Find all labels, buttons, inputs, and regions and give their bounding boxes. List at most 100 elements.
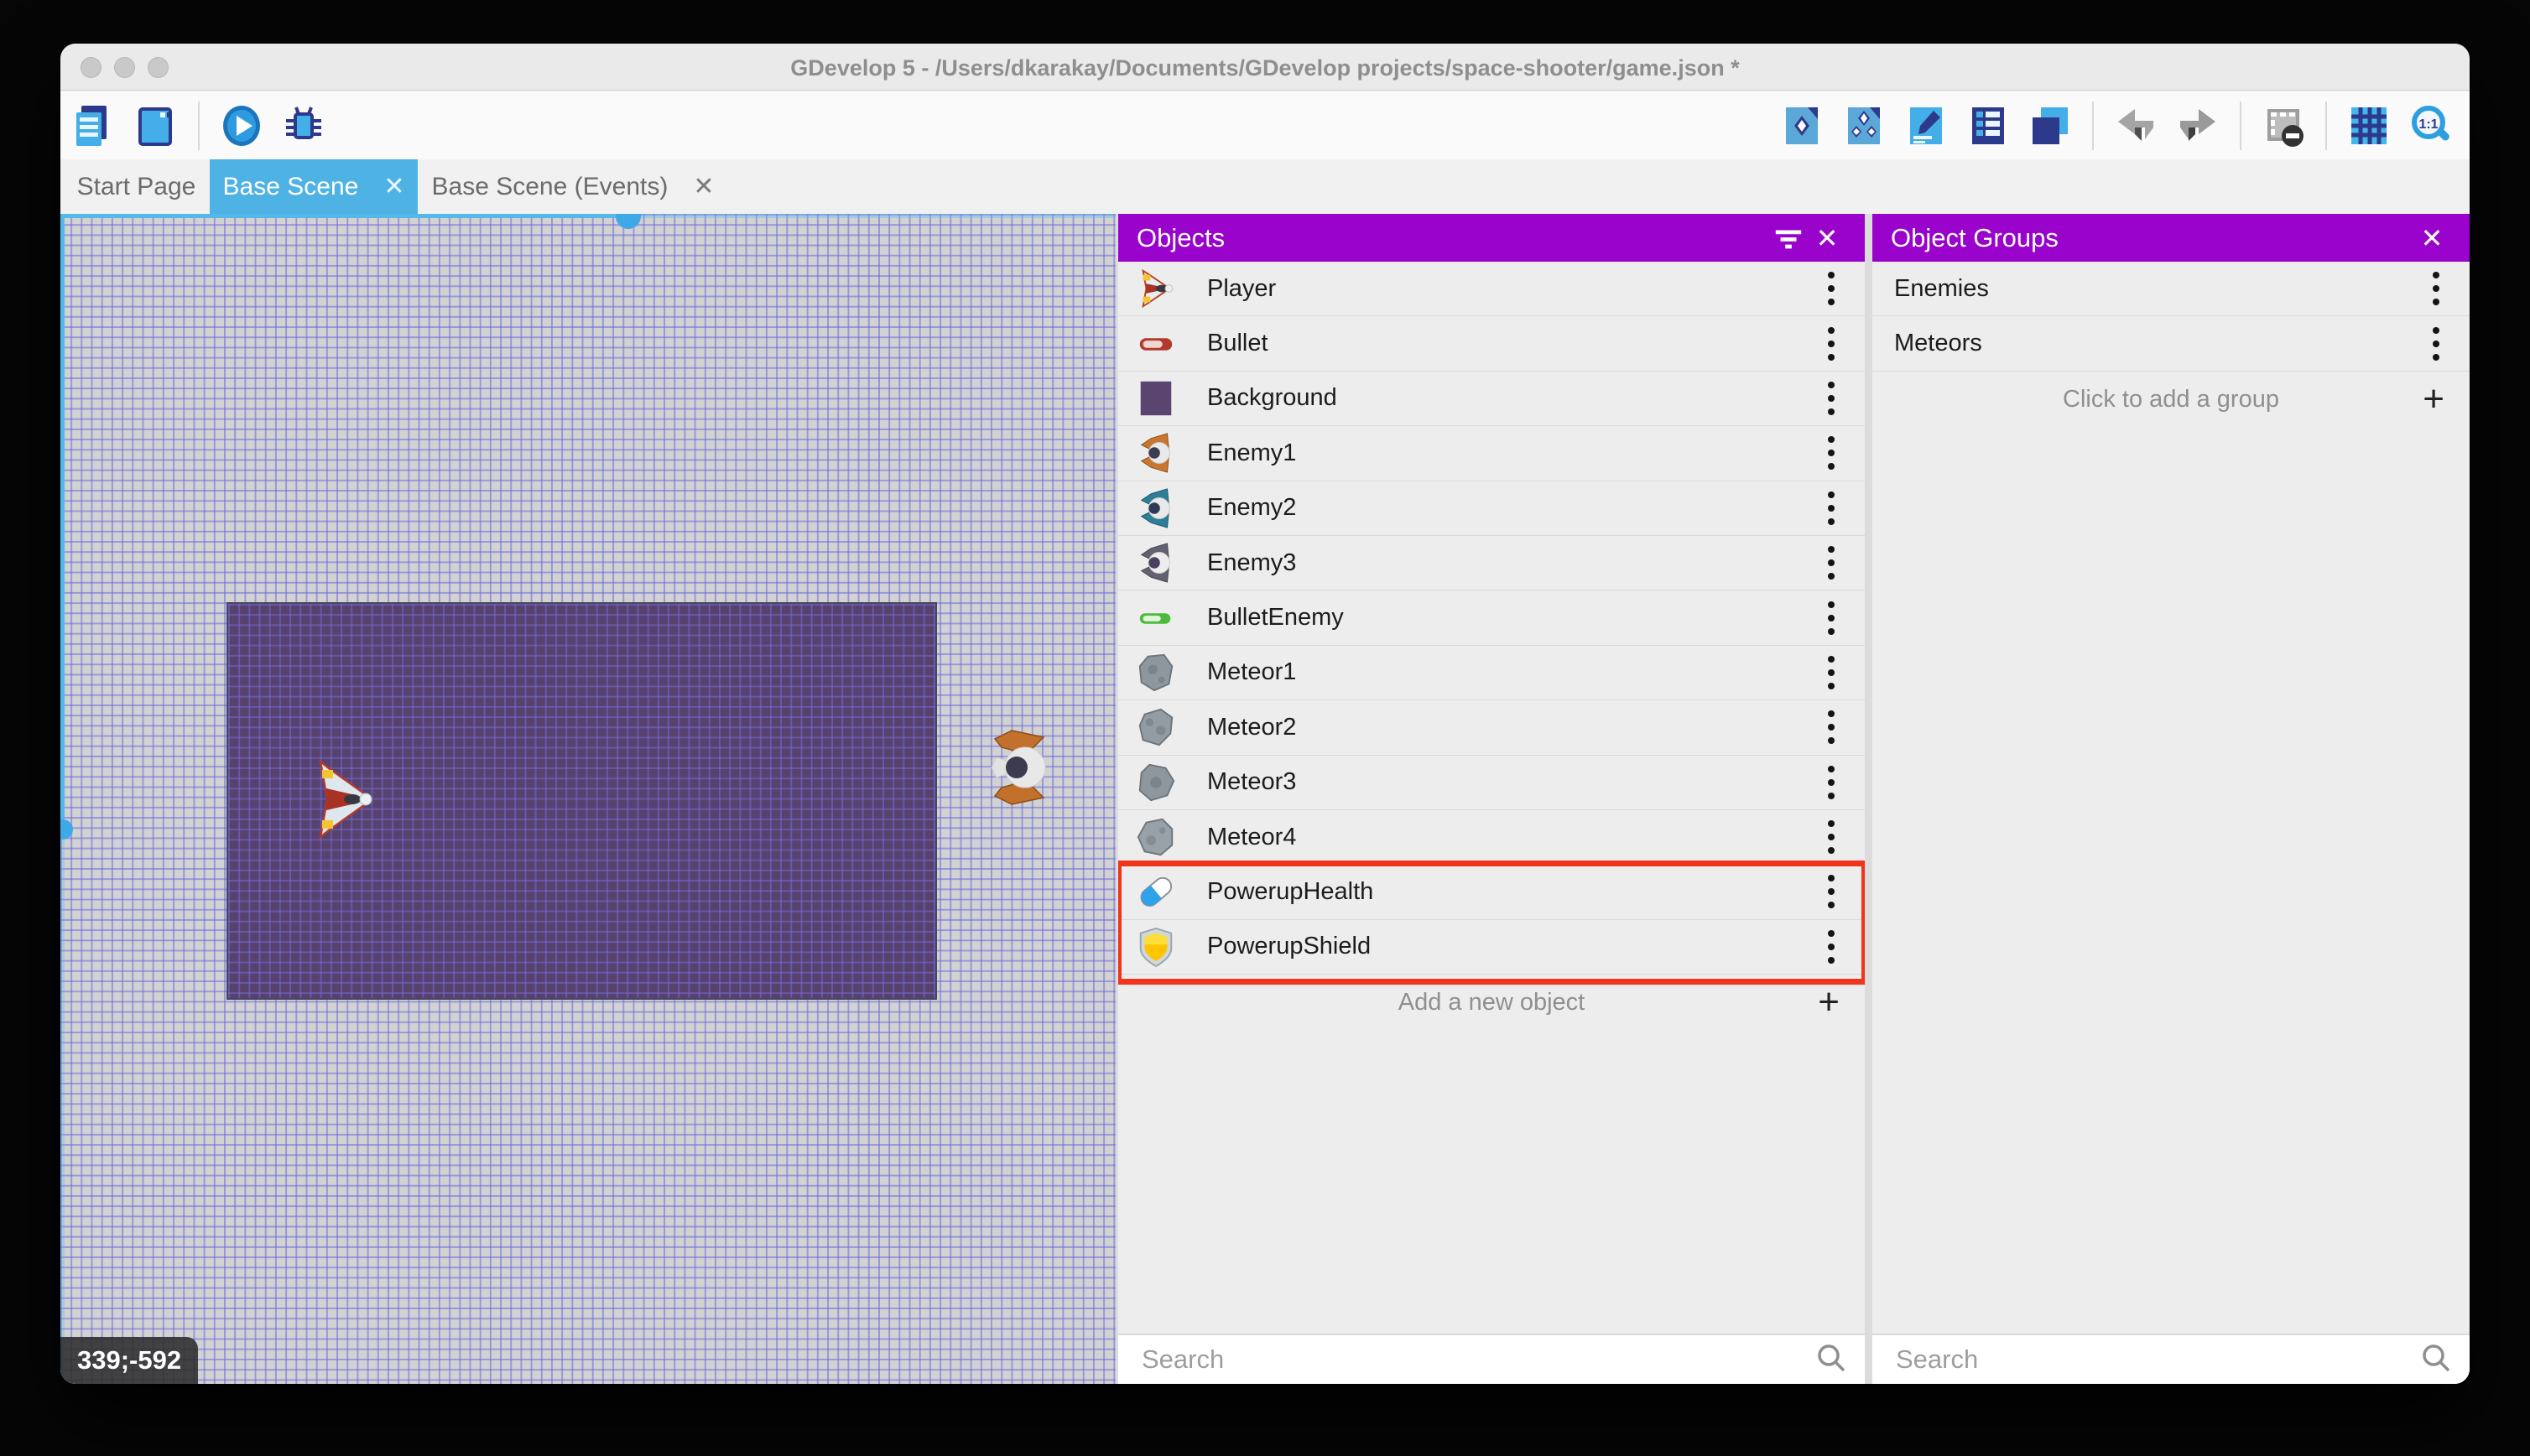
add-group-button[interactable]: Click to add a group +: [1872, 372, 2470, 427]
instances-list-icon[interactable]: [1963, 100, 2013, 152]
enemy2-icon: [1135, 487, 1177, 529]
object-name: Bullet: [1207, 330, 1268, 357]
object-row[interactable]: Enemy3: [1118, 535, 1865, 591]
objects-list: Player Bullet Background Enemy1 Enemy2 E…: [1118, 262, 1865, 975]
editor-tabbar: Start Page Base Scene ✕ Base Scene (Even…: [60, 159, 2470, 214]
scene-border-left-line: [60, 214, 65, 829]
add-object-button[interactable]: Add a new object +: [1118, 975, 1865, 1030]
object-row[interactable]: PowerupShield: [1118, 919, 1865, 975]
object-row[interactable]: Player: [1118, 262, 1865, 317]
title-bar: GDevelop 5 - /Users/dkarakay/Documents/G…: [60, 44, 2470, 91]
search-icon[interactable]: [2419, 1341, 2453, 1379]
group-row[interactable]: Meteors: [1872, 316, 2470, 372]
kebab-menu-icon[interactable]: [1823, 870, 1840, 913]
preview-window-icon[interactable]: [131, 100, 181, 152]
zoom-ratio-icon[interactable]: 1:1: [2406, 100, 2456, 152]
undo-icon[interactable]: [2111, 100, 2161, 152]
object-row[interactable]: Background: [1118, 371, 1865, 427]
tab-label: Start Page: [76, 172, 196, 200]
object-groups-panel: Object Groups ✕ Enemies Meteors Click to…: [1872, 214, 2470, 1384]
groups-search-input[interactable]: [1894, 1344, 2419, 1375]
tab-label: Base Scene (Events): [431, 172, 669, 200]
objects-list-icon[interactable]: [1839, 100, 1889, 152]
objects-search-bar: [1118, 1334, 1865, 1384]
powerup-shield-icon: [1135, 926, 1177, 968]
object-name: Player: [1207, 274, 1277, 302]
enemy-ship-sprite[interactable]: [983, 729, 1050, 806]
search-icon[interactable]: [1814, 1341, 1848, 1379]
objects-search-input[interactable]: [1140, 1344, 1814, 1375]
object-name: PowerupHealth: [1207, 877, 1374, 905]
layers-icon[interactable]: [2025, 100, 2075, 152]
svg-text:1:1: 1:1: [2418, 117, 2438, 132]
close-panel-icon[interactable]: ✕: [2413, 219, 2451, 257]
meteor1-icon: [1135, 652, 1177, 694]
object-row[interactable]: PowerupHealth: [1118, 865, 1865, 920]
tab-start-page[interactable]: Start Page: [67, 159, 206, 214]
kebab-menu-icon[interactable]: [1823, 541, 1840, 585]
kebab-menu-icon[interactable]: [1823, 651, 1840, 694]
group-row[interactable]: Enemies: [1872, 262, 2470, 317]
grid-toggle-icon[interactable]: [2344, 100, 2394, 152]
cursor-coordinates: 339;-592: [60, 1337, 199, 1384]
mask-toggle-icon[interactable]: [2258, 100, 2309, 152]
toolbar-right-group: 1:1: [1777, 100, 2470, 152]
player-ship-sprite[interactable]: [315, 758, 374, 840]
kebab-menu-icon[interactable]: [1823, 596, 1840, 640]
debugger-icon[interactable]: [279, 100, 329, 152]
kebab-menu-icon[interactable]: [1823, 925, 1840, 969]
object-row[interactable]: Meteor2: [1118, 700, 1865, 756]
tab-base-scene-events[interactable]: Base Scene (Events) ✕: [421, 159, 725, 214]
groups-search-bar: [1872, 1334, 2470, 1384]
toolbar-separator: [198, 101, 200, 150]
kebab-menu-icon[interactable]: [1823, 431, 1840, 475]
toolbar-separator: [2325, 101, 2327, 150]
redo-icon[interactable]: [2173, 100, 2223, 152]
object-row[interactable]: Meteor4: [1118, 809, 1865, 866]
close-panel-icon[interactable]: ✕: [1808, 219, 1846, 257]
play-preview-icon[interactable]: [216, 100, 267, 152]
player-icon: [1135, 268, 1177, 309]
groups-panel-title: Object Groups: [1891, 222, 2059, 252]
kebab-menu-icon[interactable]: [1823, 761, 1840, 804]
scene-canvas[interactable]: 339;-592: [60, 214, 1116, 1384]
kebab-menu-icon[interactable]: [1823, 377, 1840, 420]
close-tab-icon[interactable]: ✕: [693, 174, 714, 200]
bulletenemy-icon: [1135, 597, 1177, 639]
kebab-menu-icon[interactable]: [1823, 322, 1840, 366]
kebab-menu-icon[interactable]: [2428, 322, 2444, 366]
scene-origin-marker-top[interactable]: [616, 214, 641, 229]
bullet-icon: [1135, 323, 1177, 365]
plus-icon: +: [1818, 981, 1840, 1022]
close-tab-icon[interactable]: ✕: [383, 174, 404, 200]
tab-base-scene[interactable]: Base Scene ✕: [210, 159, 418, 214]
object-row[interactable]: Bullet: [1118, 316, 1865, 372]
object-row[interactable]: Meteor3: [1118, 755, 1865, 810]
kebab-menu-icon[interactable]: [1823, 486, 1840, 530]
project-manager-icon[interactable]: [69, 100, 119, 152]
groups-list: Enemies Meteors: [1872, 262, 2470, 372]
objects-panel-title: Objects: [1137, 222, 1226, 252]
instance-properties-icon[interactable]: [1777, 100, 1827, 152]
window-title: GDevelop 5 - /Users/dkarakay/Documents/G…: [790, 55, 1740, 81]
kebab-menu-icon[interactable]: [1823, 815, 1840, 859]
kebab-menu-icon[interactable]: [2428, 267, 2444, 310]
scene-border-top-line: [60, 214, 628, 218]
enemy1-icon: [1135, 432, 1177, 474]
object-row[interactable]: Enemy1: [1118, 426, 1865, 481]
object-row[interactable]: Meteor1: [1118, 645, 1865, 701]
editor-content: 339;-592 Objects ✕ Player Bullet Backgro…: [60, 214, 2470, 1384]
object-row[interactable]: BulletEnemy: [1118, 590, 1865, 646]
filter-icon[interactable]: [1769, 219, 1808, 257]
meteor2-icon: [1135, 706, 1177, 748]
object-name: Meteor2: [1207, 713, 1297, 741]
object-name: PowerupShield: [1207, 933, 1372, 960]
object-row[interactable]: Enemy2: [1118, 481, 1865, 536]
object-name: Meteor1: [1207, 658, 1297, 686]
scene-origin-marker-left[interactable]: [60, 819, 73, 840]
edit-scene-icon[interactable]: [1901, 100, 1951, 152]
enemy3-icon: [1135, 542, 1177, 584]
kebab-menu-icon[interactable]: [1823, 705, 1840, 749]
meteor3-icon: [1135, 762, 1177, 803]
kebab-menu-icon[interactable]: [1823, 267, 1840, 310]
